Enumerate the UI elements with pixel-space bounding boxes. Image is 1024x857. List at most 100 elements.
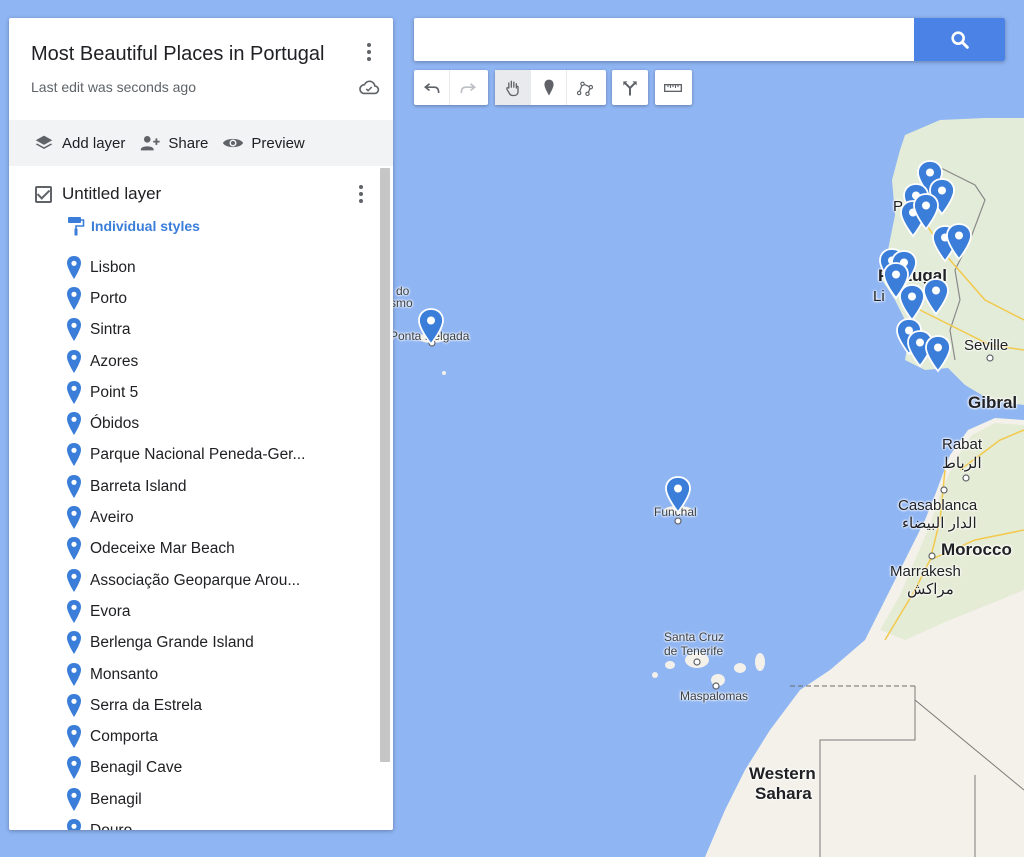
place-list-item[interactable]: Serra da Estrela: [9, 690, 379, 721]
place-list-item[interactable]: Azores: [9, 346, 379, 377]
place-marker-icon: [67, 693, 81, 717]
add-layer-button[interactable]: Add layer: [33, 132, 125, 154]
place-marker-icon: [67, 725, 81, 749]
add-layer-label: Add layer: [62, 134, 126, 152]
map-pin-icon: [418, 308, 444, 346]
map-label-azores-smo: smo: [390, 296, 413, 310]
individual-styles-link[interactable]: Individual styles: [67, 216, 200, 236]
place-name: Sintra: [90, 321, 131, 339]
directions-tool[interactable]: [612, 70, 648, 105]
layer-section: Untitled layer Individual styles Lisbon P…: [9, 166, 393, 830]
place-list-item[interactable]: Point 5: [9, 377, 379, 408]
eye-icon: [223, 138, 244, 148]
share-button[interactable]: Share: [139, 132, 208, 154]
map-label-seville: Seville: [964, 337, 1009, 354]
polyline-icon: [576, 81, 594, 96]
place-list-item[interactable]: Porto: [9, 283, 379, 314]
map-label-maspalomas: Maspalomas: [680, 689, 749, 703]
search-input[interactable]: [414, 18, 914, 61]
map-title[interactable]: Most Beautiful Places in Portugal: [31, 43, 325, 66]
place-marker-icon: [67, 412, 81, 436]
place-list-item[interactable]: Berlenga Grande Island: [9, 628, 379, 659]
history-toolbar: [414, 70, 488, 105]
map-label-marrakesh-ar: مراكش: [907, 581, 954, 598]
map-label-morocco: Morocco: [941, 540, 1012, 559]
map-marker-pin[interactable]: [664, 476, 692, 514]
map-options-kebab-icon[interactable]: [357, 40, 381, 64]
map-label-western: Western: [749, 764, 816, 783]
undo-icon: [423, 82, 439, 93]
panel-header: Most Beautiful Places in Portugal Last e…: [9, 18, 393, 120]
place-marker-icon: [67, 599, 81, 623]
place-marker-icon: [67, 255, 81, 279]
place-name: Porto: [90, 289, 128, 307]
preview-button[interactable]: Preview: [222, 132, 305, 154]
measure-tool[interactable]: [655, 70, 691, 105]
place-marker-icon: [67, 443, 81, 467]
place-name: Benagil: [90, 790, 142, 808]
map-marker-pin[interactable]: [922, 278, 950, 316]
place-marker-icon: [67, 568, 81, 592]
paint-roller-icon: [68, 217, 85, 236]
place-marker-icon: [67, 286, 81, 310]
place-list-item[interactable]: Benagil: [9, 784, 379, 815]
cloud-saved-icon: [359, 80, 380, 95]
search-button[interactable]: [914, 18, 1005, 61]
select-hand-tool[interactable]: [495, 70, 531, 105]
preview-label: Preview: [251, 134, 305, 152]
place-list-item[interactable]: Aveiro: [9, 502, 379, 533]
marker-icon: [543, 79, 554, 95]
map-label-santa-cruz: Santa Cruz: [664, 630, 725, 644]
places-list: Lisbon Porto Sintra Azores Point 5 Óbidos Parq…: [9, 252, 379, 830]
place-marker-icon: [67, 474, 81, 498]
map-pin-icon: [665, 476, 691, 514]
map-marker-pin[interactable]: [924, 335, 952, 373]
map-label-casablanca-ar: الدار البيضاء: [902, 515, 977, 532]
place-name: Óbidos: [90, 415, 140, 433]
place-list-item[interactable]: Sintra: [9, 315, 379, 346]
redo-button[interactable]: [450, 70, 486, 105]
panel-scrollbar[interactable]: [380, 168, 390, 762]
map-marker-pin[interactable]: [945, 223, 973, 261]
share-label: Share: [168, 134, 209, 152]
individual-styles-label: Individual styles: [91, 218, 200, 234]
hand-icon: [505, 80, 519, 96]
panel-actions-bar: Add layer Share Preview: [9, 120, 393, 166]
map-label-de-tenerife: de Tenerife: [664, 644, 724, 658]
map-label-sahara: Sahara: [755, 784, 812, 803]
map-label-rabat: Rabat: [942, 436, 983, 453]
layer-visibility-checkbox[interactable]: [35, 185, 52, 203]
add-marker-tool[interactable]: [531, 70, 567, 105]
place-name: Monsanto: [90, 665, 159, 683]
map-marker-pin[interactable]: [417, 308, 445, 346]
place-list-item[interactable]: Benagil Cave: [9, 753, 379, 784]
search-icon: [950, 30, 969, 49]
place-list-item[interactable]: Lisbon: [9, 252, 379, 283]
place-list-item[interactable]: Óbidos: [9, 408, 379, 439]
draw-line-tool[interactable]: [567, 70, 603, 105]
place-marker-icon: [67, 537, 81, 561]
place-name: Benagil Cave: [90, 759, 183, 777]
place-list-item[interactable]: Parque Nacional Peneda-Ger...: [9, 440, 379, 471]
place-marker-icon: [67, 787, 81, 811]
place-name: Point 5: [90, 383, 139, 401]
place-list-item[interactable]: Douro: [9, 815, 379, 830]
place-list-item[interactable]: Comporta: [9, 721, 379, 752]
map-pin-icon: [923, 278, 949, 316]
place-marker-icon: [67, 506, 81, 530]
layer-options-kebab-icon[interactable]: [349, 182, 373, 206]
place-marker-icon: [67, 662, 81, 686]
place-list-item[interactable]: Monsanto: [9, 659, 379, 690]
map-legend-panel: Most Beautiful Places in Portugal Last e…: [9, 18, 393, 830]
layer-name[interactable]: Untitled layer: [62, 184, 161, 204]
map-label-casablanca: Casablanca: [898, 497, 978, 514]
place-name: Barreta Island: [90, 477, 187, 495]
undo-button[interactable]: [414, 70, 450, 105]
place-list-item[interactable]: Odeceixe Mar Beach: [9, 534, 379, 565]
map-label-gibraltar: Gibral: [968, 393, 1018, 412]
place-name: Evora: [90, 602, 131, 620]
place-marker-icon: [67, 349, 81, 373]
place-list-item[interactable]: Evora: [9, 596, 379, 627]
place-list-item[interactable]: Associação Geoparque Arou...: [9, 565, 379, 596]
place-list-item[interactable]: Barreta Island: [9, 471, 379, 502]
